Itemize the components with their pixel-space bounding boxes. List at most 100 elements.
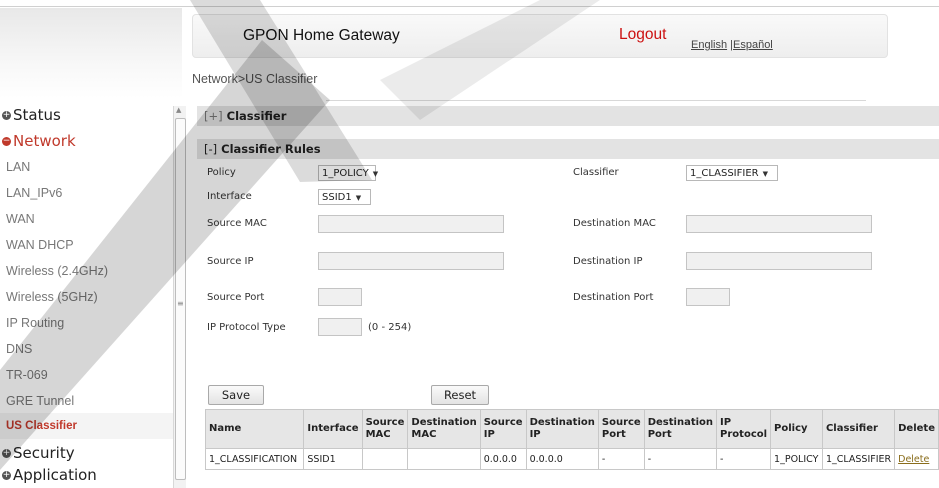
delete-link[interactable]: Delete [898, 454, 929, 465]
sidebar-category-status[interactable]: + Status [2, 106, 61, 124]
table-cell: Delete [894, 448, 939, 470]
table-header-row: Name Interface Source MAC Destination MA… [204, 409, 939, 449]
ip-protocol-range-hint: (0 - 254) [368, 322, 412, 333]
minus-icon: − [2, 135, 11, 146]
breadcrumb: Network>US Classifier [192, 72, 318, 86]
table-cell: - [716, 448, 772, 470]
header-bar: GPON Home Gateway Logout English |Españo… [192, 14, 888, 58]
section-classifier-header[interactable]: [+] Classifier [197, 106, 939, 126]
classifier-select[interactable]: 1_CLASSIFIER ▼ [686, 165, 778, 181]
sidebar-category-label: Network [13, 132, 76, 150]
column-header: Classifier [821, 409, 896, 449]
interface-select-value: SSID1 [322, 192, 352, 203]
destination-port-label: Destination Port [573, 292, 654, 303]
plus-icon: + [2, 469, 11, 480]
sidebar-item-dns[interactable]: DNS [6, 342, 32, 356]
table-cell: 1_CLASSIFIER [821, 448, 896, 470]
logout-link[interactable]: Logout [619, 26, 666, 44]
column-header: Policy [770, 409, 823, 449]
sidebar-item-wireless-24ghz[interactable]: Wireless (2.4GHz) [6, 264, 108, 278]
table-cell [361, 448, 409, 470]
sidebar-banner [0, 8, 182, 98]
reset-button[interactable]: Reset [431, 385, 489, 405]
sidebar-item-ip-routing[interactable]: IP Routing [6, 316, 64, 330]
english-link[interactable]: English [691, 39, 727, 51]
source-ip-label: Source IP [207, 256, 254, 267]
gateway-title: GPON Home Gateway [243, 27, 400, 44]
column-header: Destination IP [525, 409, 599, 449]
column-header: IP Protocol [716, 409, 772, 449]
ip-protocol-type-label: IP Protocol Type [207, 322, 286, 333]
source-mac-input[interactable] [318, 215, 504, 233]
top-border [0, 0, 939, 7]
column-header: Interface [303, 409, 363, 449]
column-header: Destination MAC [407, 409, 481, 449]
interface-select[interactable]: SSID1 ▼ [318, 189, 371, 205]
column-header: Delete [894, 409, 939, 449]
column-header: Source MAC [361, 409, 409, 449]
chevron-down-icon: ▼ [355, 194, 362, 202]
sidebar-item-us-classifier[interactable]: US Classifier [0, 413, 176, 439]
column-header: Name [204, 409, 305, 449]
policy-select[interactable]: 1_POLICY ▼ [318, 165, 379, 181]
table-cell: - [643, 448, 718, 470]
section-classifier-rules-header[interactable]: [-] Classifier Rules [197, 139, 939, 159]
table-cell: 0.0.0.0 [479, 448, 527, 470]
scroll-up-arrow-icon[interactable]: ▲ [176, 106, 181, 114]
sidebar-item-lan-ipv6[interactable]: LAN_IPv6 [6, 186, 62, 200]
sidebar: + Status − Network LAN LAN_IPv6 WAN WAN … [0, 8, 186, 488]
table-row: 1_CLASSIFICATION SSID1 0.0.0.0 0.0.0.0 -… [204, 448, 939, 470]
source-mac-label: Source MAC [207, 218, 267, 229]
table-cell: 1_CLASSIFICATION [204, 448, 305, 470]
collapse-toggle[interactable]: [-] [204, 142, 217, 156]
destination-mac-label: Destination MAC [573, 218, 656, 229]
column-header: Source Port [597, 409, 645, 449]
sidebar-category-application[interactable]: + Application [2, 466, 97, 484]
interface-label: Interface [207, 191, 252, 202]
table-cell: SSID1 [303, 448, 363, 470]
plus-icon: + [2, 447, 11, 458]
chevron-down-icon: ▼ [372, 170, 379, 178]
breadcrumb-divider [326, 100, 866, 101]
sidebar-category-security[interactable]: + Security [2, 444, 75, 462]
column-header: Source IP [479, 409, 527, 449]
ip-protocol-type-input[interactable] [318, 318, 362, 336]
chevron-down-icon: ▼ [762, 170, 768, 178]
expand-toggle[interactable]: [+] [204, 109, 223, 123]
sidebar-category-label: Security [13, 444, 75, 462]
destination-port-input[interactable] [686, 288, 730, 306]
policy-select-value: 1_POLICY [322, 168, 369, 179]
spanish-link[interactable]: Español [733, 39, 773, 51]
sidebar-category-network[interactable]: − Network [2, 132, 76, 150]
table-cell: - [597, 448, 645, 470]
sidebar-item-tr069[interactable]: TR-069 [6, 368, 48, 382]
sidebar-item-wan[interactable]: WAN [6, 212, 35, 226]
table-cell: 0.0.0.0 [525, 448, 599, 470]
source-ip-input[interactable] [318, 252, 504, 270]
destination-ip-input[interactable] [686, 252, 872, 270]
destination-mac-input[interactable] [686, 215, 872, 233]
column-header: Destination Port [643, 409, 718, 449]
section-title: Classifier [226, 109, 287, 123]
classifier-table: Name Interface Source MAC Destination MA… [204, 409, 939, 470]
sidebar-item-wireless-5ghz[interactable]: Wireless (5GHz) [6, 290, 98, 304]
sidebar-item-wan-dhcp[interactable]: WAN DHCP [6, 238, 74, 252]
classifier-label: Classifier [573, 167, 619, 178]
table-cell: 1_POLICY [770, 448, 823, 470]
table-cell [407, 448, 481, 470]
source-port-input[interactable] [318, 288, 362, 306]
plus-icon: + [2, 109, 11, 120]
sidebar-item-lan[interactable]: LAN [6, 160, 30, 174]
language-switcher: English |Español [691, 39, 773, 51]
sidebar-item-gre-tunnel[interactable]: GRE Tunnel [6, 394, 74, 408]
source-port-label: Source Port [207, 292, 265, 303]
sidebar-category-label: Application [13, 466, 97, 484]
destination-ip-label: Destination IP [573, 256, 643, 267]
classifier-select-value: 1_CLASSIFIER [690, 168, 759, 179]
sidebar-category-label: Status [13, 106, 61, 124]
save-button[interactable]: Save [208, 385, 264, 405]
scrollbar-grip-icon: ≡ [177, 299, 184, 308]
sidebar-scrollbar[interactable]: ▲ ≡ [173, 106, 186, 488]
section-title: Classifier Rules [221, 142, 321, 156]
policy-label: Policy [207, 167, 236, 178]
